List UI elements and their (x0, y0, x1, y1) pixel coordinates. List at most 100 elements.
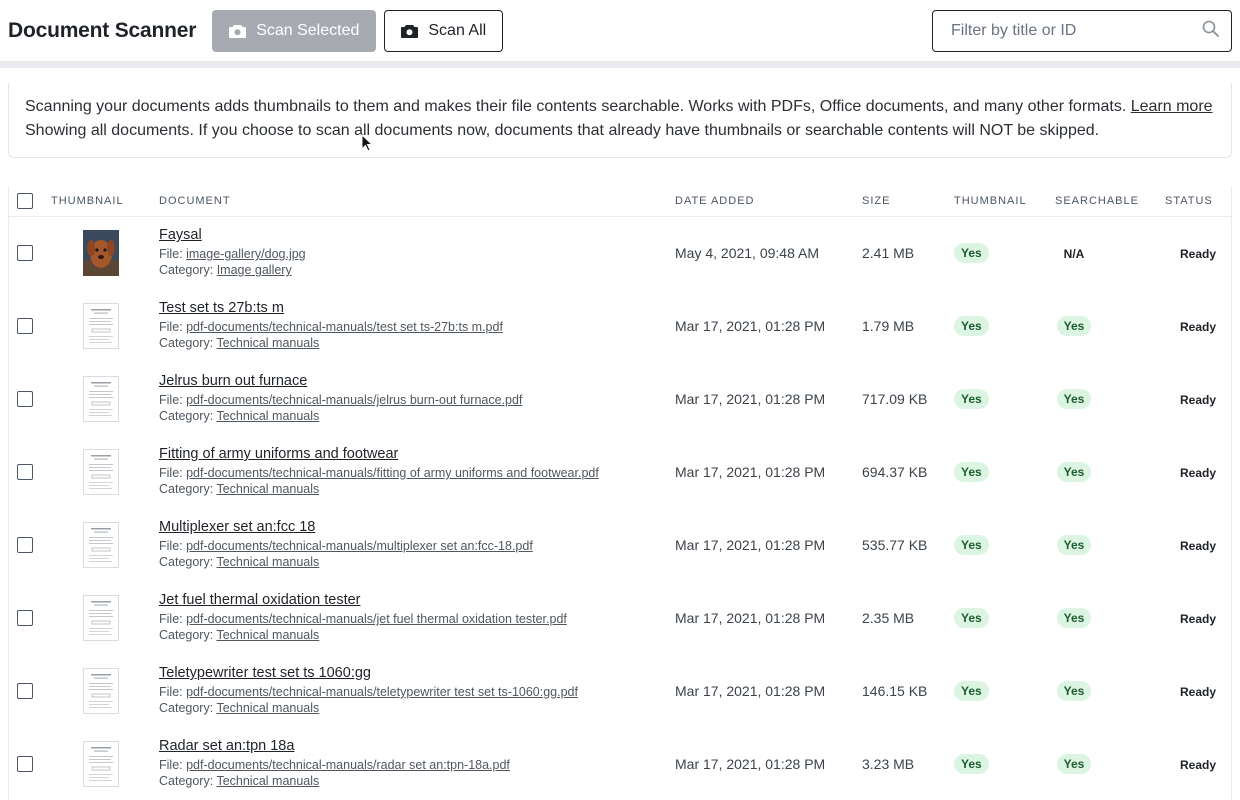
row-checkbox[interactable] (17, 244, 33, 261)
date-added-cell: Mar 17, 2021, 01:28 PM (675, 755, 826, 772)
document-title-link[interactable]: Test set ts 27b:ts m (159, 300, 675, 316)
info-line-1: Scanning your documents adds thumbnails … (25, 95, 1215, 119)
document-info-cell: Fitting of army uniforms and footwear Fil… (159, 435, 675, 508)
file-prefix: File: (159, 539, 183, 553)
search-box[interactable] (932, 9, 1232, 52)
document-file-link[interactable]: pdf-documents/technical-manuals/teletype… (186, 685, 578, 699)
table-row: Test set ts 27b:ts m File: pdf-documents/… (9, 289, 1231, 362)
table-row: Fitting of army uniforms and footwear Fil… (9, 435, 1231, 508)
document-title-link[interactable]: Teletypewriter test set ts 1060:gg (159, 665, 675, 681)
document-file-link[interactable]: pdf-documents/technical-manuals/fitting … (186, 466, 599, 480)
row-checkbox[interactable] (17, 682, 33, 699)
column-header-date-added: DATE ADDED (675, 186, 862, 217)
info-text: Scanning your documents adds thumbnails … (25, 98, 1127, 115)
size-cell: 2.35 MB (862, 609, 915, 626)
row-select-cell (9, 362, 43, 435)
select-all-checkbox[interactable] (17, 192, 33, 209)
app-header: Document Scanner Scan Selected Scan All (0, 0, 1240, 62)
document-file-line: File: pdf-documents/technical-manuals/te… (159, 684, 675, 700)
row-checkbox[interactable] (17, 536, 33, 553)
status-text: Ready (1179, 246, 1217, 261)
status-text: Ready (1179, 684, 1217, 699)
document-title-link[interactable]: Jet fuel thermal oxidation tester (159, 592, 675, 608)
scan-selected-button[interactable]: Scan Selected (212, 9, 377, 52)
document-category-link[interactable]: Technical manuals (216, 336, 319, 350)
column-header-size: SIZE (862, 186, 954, 217)
column-header-status: STATUS (1165, 186, 1231, 217)
row-checkbox[interactable] (17, 755, 33, 772)
thumbnail-badge: Yes (954, 242, 989, 263)
table-row: Radar set an:tpn 18a File: pdf-documents/… (9, 727, 1231, 800)
status-cell: Ready (1165, 435, 1231, 508)
searchable-cell: Yes (1055, 727, 1165, 800)
document-file-link[interactable]: pdf-documents/technical-manuals/radar se… (186, 758, 510, 772)
row-checkbox[interactable] (17, 609, 33, 626)
status-cell: Ready (1165, 508, 1231, 581)
row-select-cell (9, 654, 43, 727)
document-category-link[interactable]: Technical manuals (216, 628, 319, 642)
thumbnail-badge: Yes (954, 315, 989, 336)
file-prefix: File: (159, 320, 183, 334)
row-checkbox[interactable] (17, 390, 33, 407)
row-select-cell (9, 508, 43, 581)
table-row: Jelrus burn out furnace File: pdf-documen… (9, 362, 1231, 435)
has-thumbnail-cell: Yes (954, 654, 1055, 727)
scan-all-button[interactable]: Scan All (384, 9, 504, 52)
camera-icon (401, 24, 419, 38)
date-added-cell: May 4, 2021, 09:48 AM (675, 244, 819, 261)
searchable-cell: Yes (1055, 508, 1165, 581)
size-cell: 535.77 KB (862, 536, 928, 553)
status-cell: Ready (1165, 362, 1231, 435)
document-title-link[interactable]: Fitting of army uniforms and footwear (159, 446, 675, 462)
date-added-cell: Mar 17, 2021, 01:28 PM (675, 609, 826, 626)
document-info-cell: Test set ts 27b:ts m File: pdf-documents/… (159, 289, 675, 362)
document-title-link[interactable]: Jelrus burn out furnace (159, 373, 675, 389)
document-file-link[interactable]: pdf-documents/technical-manuals/test set… (186, 320, 503, 334)
document-title-link[interactable]: Multiplexer set an:fcc 18 (159, 519, 675, 535)
has-thumbnail-cell: Yes (954, 435, 1055, 508)
document-file-link[interactable]: pdf-documents/technical-manuals/jet fuel… (186, 612, 567, 626)
document-category-link[interactable]: Technical manuals (216, 555, 319, 569)
size-cell: 146.15 KB (862, 682, 928, 699)
searchable-cell: Yes (1055, 654, 1165, 727)
document-file-link[interactable]: image-gallery/dog.jpg (186, 247, 306, 261)
document-category-line: Category: Technical manuals (159, 481, 675, 497)
row-checkbox[interactable] (17, 463, 33, 480)
row-select-cell (9, 435, 43, 508)
thumbnail-badge: Yes (954, 680, 989, 701)
document-title-link[interactable]: Faysal (159, 227, 675, 243)
searchable-cell: Yes (1055, 289, 1165, 362)
learn-more-link[interactable]: Learn more (1131, 98, 1213, 115)
thumbnail-badge: Yes (954, 607, 989, 628)
file-prefix: File: (159, 758, 183, 772)
search-icon[interactable] (1202, 20, 1219, 42)
search-input[interactable] (949, 20, 1202, 41)
searchable-na: N/A (1063, 246, 1085, 261)
date-added-cell: Mar 17, 2021, 01:28 PM (675, 536, 826, 553)
document-category-link[interactable]: Technical manuals (216, 409, 319, 423)
document-file-line: File: pdf-documents/technical-manuals/mu… (159, 538, 675, 554)
document-category-link[interactable]: Technical manuals (216, 701, 319, 715)
category-prefix: Category: (159, 628, 214, 642)
document-category-link[interactable]: Image gallery (217, 263, 292, 277)
document-file-link[interactable]: pdf-documents/technical-manuals/jelrus b… (186, 393, 522, 407)
thumbnail-badge: Yes (954, 753, 989, 774)
row-select-cell (9, 727, 43, 800)
row-checkbox[interactable] (17, 317, 33, 334)
searchable-cell: Yes (1055, 435, 1165, 508)
status-cell: Ready (1165, 581, 1231, 654)
document-info-cell: Jet fuel thermal oxidation tester File: p… (159, 581, 675, 654)
document-category-link[interactable]: Technical manuals (216, 774, 319, 788)
document-title-link[interactable]: Radar set an:tpn 18a (159, 738, 675, 754)
has-thumbnail-cell: Yes (954, 216, 1055, 289)
document-category-link[interactable]: Technical manuals (216, 482, 319, 496)
date-added-cell: Mar 17, 2021, 01:28 PM (675, 682, 826, 699)
document-file-link[interactable]: pdf-documents/technical-manuals/multiple… (186, 539, 533, 553)
camera-icon (229, 24, 247, 38)
status-text: Ready (1179, 465, 1217, 480)
column-header-thumbnail: THUMBNAIL (43, 186, 159, 217)
table-row: Multiplexer set an:fcc 18 File: pdf-docum… (9, 508, 1231, 581)
document-category-line: Category: Technical manuals (159, 554, 675, 570)
column-header-document: DOCUMENT (159, 186, 675, 217)
size-cell: 717.09 KB (862, 390, 928, 407)
